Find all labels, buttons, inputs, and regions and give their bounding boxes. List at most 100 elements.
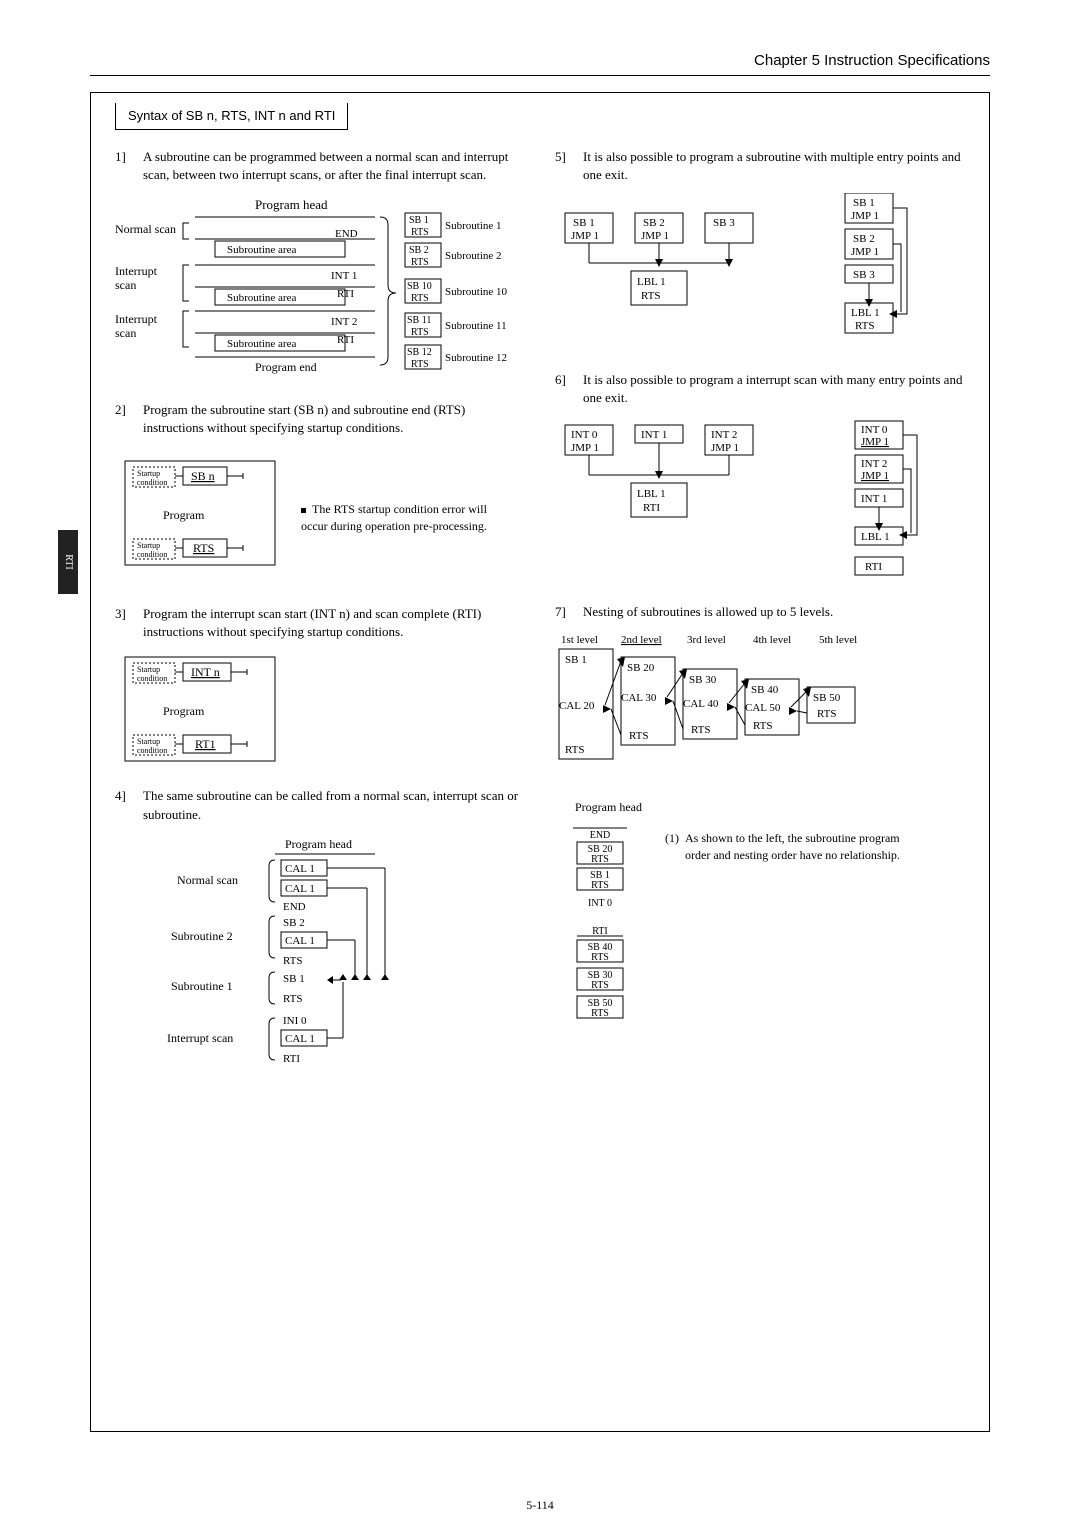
svg-text:Startup: Startup bbox=[137, 665, 160, 674]
item-7: 7] Nesting of subroutines is allowed up … bbox=[555, 603, 965, 621]
svg-text:END: END bbox=[283, 901, 306, 913]
svg-text:SB 3: SB 3 bbox=[853, 269, 875, 281]
syntax-title-box: Syntax of SB n, RTS, INT n and RTI bbox=[115, 103, 348, 130]
svg-text:RTS: RTS bbox=[641, 290, 661, 302]
svg-text:CAL 1: CAL 1 bbox=[285, 935, 315, 947]
svg-text:RTS: RTS bbox=[591, 854, 609, 865]
svg-text:RTS: RTS bbox=[591, 980, 609, 991]
svg-text:Subroutine 11: Subroutine 11 bbox=[445, 320, 507, 332]
svg-text:CAL 30: CAL 30 bbox=[621, 692, 657, 704]
svg-text:SB 1: SB 1 bbox=[283, 973, 305, 985]
svg-text:RTS: RTS bbox=[283, 993, 303, 1005]
svg-text:SB 1: SB 1 bbox=[573, 217, 595, 229]
svg-text:END: END bbox=[335, 228, 358, 240]
svg-text:RTI: RTI bbox=[865, 561, 882, 573]
svg-text:SB 2: SB 2 bbox=[643, 217, 665, 229]
diagram-5: SB 1JMP 1 SB 2JMP 1 SB 3 LBL 1RTS SB 1JM… bbox=[555, 193, 955, 353]
svg-text:SB 2: SB 2 bbox=[283, 917, 305, 929]
svg-text:JMP 1: JMP 1 bbox=[711, 442, 739, 454]
svg-text:RTS: RTS bbox=[591, 952, 609, 963]
svg-text:RTS: RTS bbox=[691, 724, 711, 736]
svg-text:RTI: RTI bbox=[337, 334, 354, 346]
svg-text:Normal scan: Normal scan bbox=[115, 222, 176, 236]
svg-text:JMP 1: JMP 1 bbox=[641, 230, 669, 242]
svg-text:Program: Program bbox=[163, 704, 205, 718]
svg-text:Subroutine 2: Subroutine 2 bbox=[445, 250, 502, 262]
svg-text:INT 1: INT 1 bbox=[331, 270, 357, 282]
left-column: 1] A subroutine can be programmed betwee… bbox=[115, 148, 525, 1110]
svg-text:1st level: 1st level bbox=[561, 634, 598, 646]
svg-text:condition: condition bbox=[137, 746, 167, 755]
svg-text:condition: condition bbox=[137, 478, 167, 487]
item-5: 5] It is also possible to program a subr… bbox=[555, 148, 965, 184]
svg-text:SB 1: SB 1 bbox=[409, 215, 429, 226]
svg-text:Subroutine 1: Subroutine 1 bbox=[445, 220, 502, 232]
diagram-3: Startupcondition INT n Program Startupco… bbox=[115, 649, 285, 769]
svg-text:RTS: RTS bbox=[411, 257, 429, 268]
svg-text:RTI: RTI bbox=[337, 288, 354, 300]
svg-text:JMP 1: JMP 1 bbox=[851, 246, 879, 258]
svg-text:RTS: RTS bbox=[565, 744, 585, 756]
svg-text:5th level: 5th level bbox=[819, 634, 857, 646]
svg-text:SB 1: SB 1 bbox=[853, 197, 875, 209]
svg-text:JMP 1: JMP 1 bbox=[851, 210, 879, 222]
svg-text:RT1: RT1 bbox=[195, 737, 216, 751]
svg-text:scan: scan bbox=[115, 326, 136, 340]
diagram-4: Program head Normal scan Subroutine 2 Su… bbox=[115, 832, 435, 1092]
svg-text:Subroutine 1: Subroutine 1 bbox=[171, 979, 233, 993]
svg-text:4th level: 4th level bbox=[753, 634, 791, 646]
svg-text:Subroutine 12: Subroutine 12 bbox=[445, 352, 507, 364]
svg-text:SB 1: SB 1 bbox=[565, 654, 587, 666]
diagram-2: Startupcondition SB n Program Startupcon… bbox=[115, 453, 285, 573]
svg-text:SB 11: SB 11 bbox=[407, 315, 431, 326]
svg-text:LBL 1: LBL 1 bbox=[851, 307, 880, 319]
svg-text:SB 2: SB 2 bbox=[409, 245, 429, 256]
item-6: 6] It is also possible to program a inte… bbox=[555, 371, 965, 407]
svg-text:RTS: RTS bbox=[629, 730, 649, 742]
svg-text:INT 1: INT 1 bbox=[861, 493, 887, 505]
item-2: 2] Program the subroutine start (SB n) a… bbox=[115, 401, 525, 437]
svg-text:LBL 1: LBL 1 bbox=[861, 531, 890, 543]
svg-text:Program end: Program end bbox=[255, 360, 317, 374]
svg-text:RTS: RTS bbox=[411, 327, 429, 338]
header-rule bbox=[90, 75, 990, 76]
svg-text:Program: Program bbox=[163, 508, 205, 522]
svg-text:Startup: Startup bbox=[137, 541, 160, 550]
right-column: 5] It is also possible to program a subr… bbox=[555, 148, 965, 1110]
svg-text:SB 12: SB 12 bbox=[407, 347, 432, 358]
svg-text:LBL 1: LBL 1 bbox=[637, 276, 666, 288]
svg-text:CAL 1: CAL 1 bbox=[285, 883, 315, 895]
svg-text:scan: scan bbox=[115, 278, 136, 292]
svg-text:RTI: RTI bbox=[643, 502, 660, 514]
svg-text:Subroutine area: Subroutine area bbox=[227, 338, 296, 350]
svg-text:RTS: RTS bbox=[411, 227, 429, 238]
diagram-8-block: Program head END SB 20RTS SB 1RTS INT 0 … bbox=[555, 799, 965, 1072]
chapter-header: Chapter 5 Instruction Specifications bbox=[90, 50, 990, 71]
svg-text:INT n: INT n bbox=[191, 665, 220, 679]
svg-text:Subroutine 10: Subroutine 10 bbox=[445, 286, 508, 298]
svg-text:SB 10: SB 10 bbox=[407, 281, 432, 292]
svg-text:Normal scan: Normal scan bbox=[177, 873, 238, 887]
svg-text:RTS: RTS bbox=[193, 541, 214, 555]
svg-text:JMP 1: JMP 1 bbox=[861, 436, 889, 448]
svg-text:RTI: RTI bbox=[283, 1053, 300, 1065]
svg-text:JMP 1: JMP 1 bbox=[571, 230, 599, 242]
svg-text:Interrupt scan: Interrupt scan bbox=[167, 1031, 233, 1045]
svg-text:CAL 40: CAL 40 bbox=[683, 698, 719, 710]
svg-text:LBL 1: LBL 1 bbox=[637, 488, 666, 500]
svg-text:condition: condition bbox=[137, 674, 167, 683]
svg-text:INT 0: INT 0 bbox=[861, 424, 888, 436]
svg-text:RTI: RTI bbox=[592, 926, 608, 937]
svg-text:JMP 1: JMP 1 bbox=[861, 470, 889, 482]
svg-text:RTS: RTS bbox=[855, 320, 875, 332]
content-frame: Syntax of SB n, RTS, INT n and RTI 1] A … bbox=[90, 92, 990, 1432]
svg-text:SB 20: SB 20 bbox=[627, 662, 655, 674]
svg-text:Interrupt: Interrupt bbox=[115, 264, 158, 278]
item-1: 1] A subroutine can be programmed betwee… bbox=[115, 148, 525, 184]
item-3: 3] Program the interrupt scan start (INT… bbox=[115, 605, 525, 641]
svg-text:RTS: RTS bbox=[411, 293, 429, 304]
svg-text:INT 0: INT 0 bbox=[588, 898, 612, 909]
svg-text:Program head: Program head bbox=[285, 837, 352, 851]
page-number: 5-114 bbox=[0, 1497, 1080, 1514]
svg-text:Subroutine area: Subroutine area bbox=[227, 292, 296, 304]
